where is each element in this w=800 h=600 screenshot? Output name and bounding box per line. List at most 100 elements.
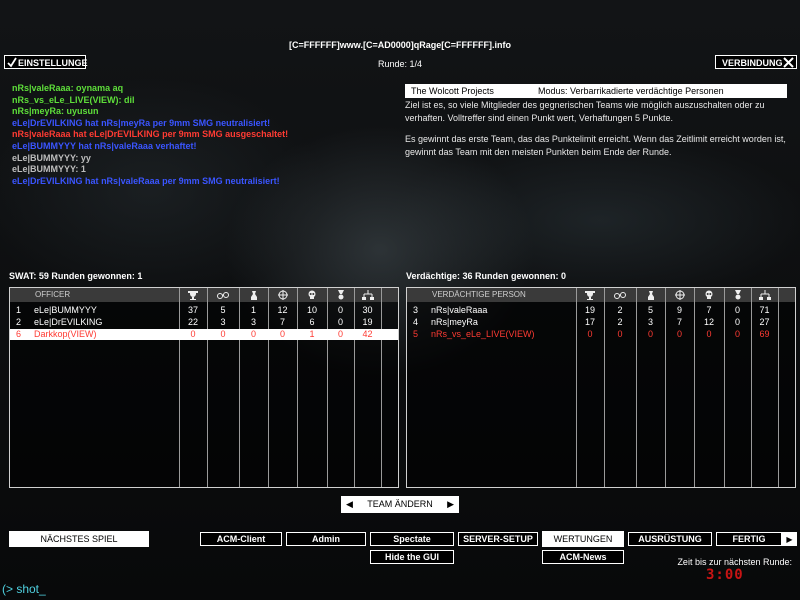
- chat-text: eLe|BUMMYYY: [12, 140, 76, 151]
- player-stat: 6: [309, 317, 315, 327]
- trophy-icon[interactable]: [584, 290, 596, 300]
- player-stat: 0: [734, 329, 740, 339]
- console-prompt[interactable]: (> shot_: [2, 582, 46, 596]
- next-game-button[interactable]: NÄCHSTES SPIEL: [9, 531, 149, 547]
- player-number: 5: [413, 329, 419, 339]
- crosshair-icon[interactable]: [277, 290, 289, 300]
- settings-button[interactable]: EINSTELLUNGE: [4, 55, 88, 69]
- skull-icon[interactable]: [703, 290, 715, 300]
- player-stat: 0: [587, 329, 593, 339]
- player-stat: 0: [337, 317, 343, 327]
- chat-text: : uyusun: [61, 106, 99, 117]
- handcuffs-icon[interactable]: [217, 290, 229, 300]
- round-timer: 3:00: [706, 567, 744, 583]
- network-icon[interactable]: [758, 290, 771, 300]
- chat-line: eLe|DrEVILKING hat nRs|meyRa per 9mm SMG…: [12, 118, 392, 130]
- chat-text: hat: [82, 175, 102, 186]
- chat-text: hat: [70, 129, 90, 140]
- player-stat: 0: [647, 329, 653, 339]
- player-stat: 0: [279, 329, 285, 339]
- gas-mask-icon[interactable]: [645, 290, 657, 300]
- player-stat: 37: [187, 305, 198, 315]
- player-stat: 3: [250, 317, 256, 327]
- chat-text: nRs|valeRaaa: [12, 83, 71, 93]
- chat-line: eLe|BUMMYYY: yy: [12, 153, 392, 165]
- player-row[interactable]: 3 nRs|valeRaaa 19 2 5 9 7 0 71: [407, 305, 795, 316]
- close-icon[interactable]: [783, 57, 794, 68]
- chat-text: per 9mm SMG neutralisiert!: [150, 117, 271, 128]
- acm-client-button[interactable]: ACM-Client: [200, 532, 282, 546]
- player-stat: 2: [617, 317, 623, 327]
- player-number: 4: [413, 317, 419, 327]
- spectate-button[interactable]: Spectate: [370, 532, 454, 546]
- chat-text: nRs|valeRaaa: [12, 129, 71, 140]
- player-row[interactable]: 4 nRs|meyRa 17 2 3 7 12 0 27: [407, 317, 795, 328]
- mode-description-paragraph: Ziel ist es, so viele Mitglieder des geg…: [405, 100, 765, 123]
- player-number: 2: [16, 317, 22, 327]
- connection-button-label: VERBINDUNG: [722, 58, 783, 68]
- player-row[interactable]: 1 eLe|BUMMYYY 37 5 1 12 10 0 30: [10, 305, 398, 316]
- player-name: nRs|valeRaaa: [431, 305, 488, 315]
- chat-text: nRs|valeRaaa: [94, 140, 153, 151]
- chat-line: eLe|BUMMYYY: 1: [12, 164, 392, 176]
- handcuffs-icon[interactable]: [614, 290, 626, 300]
- player-row[interactable]: 6 Darkkop(VIEW) 0 0 0 0 1 0 42: [10, 329, 398, 340]
- player-stat: 7: [676, 317, 682, 327]
- crosshair-icon[interactable]: [674, 290, 686, 300]
- player-stat: 17: [584, 317, 595, 327]
- player-stat: 0: [250, 329, 256, 339]
- settings-button-label: EINSTELLUNGE: [18, 58, 88, 68]
- medal-icon[interactable]: [335, 290, 347, 300]
- player-stat: 2: [617, 305, 623, 315]
- player-stat: 3: [220, 317, 226, 327]
- chat-text: nRs|valeRaaa: [101, 175, 160, 186]
- chat-text: eLe|DrEVILKING: [12, 175, 83, 186]
- chat-text: : dil: [118, 94, 135, 105]
- player-stat: 0: [337, 329, 343, 339]
- player-stat: 7: [279, 317, 285, 327]
- connection-button[interactable]: VERBINDUNG: [715, 55, 797, 69]
- chat-line: nRs|valeRaaa: oynama aq: [12, 83, 392, 95]
- player-row[interactable]: 2 eLe|DrEVILKING 22 3 3 7 6 0 19: [10, 317, 398, 328]
- mode-description: Ziel ist es, so viele Mitglieder des geg…: [405, 99, 787, 167]
- skull-icon[interactable]: [306, 290, 318, 300]
- gas-mask-icon[interactable]: [248, 290, 260, 300]
- chat-text: : yy: [75, 152, 91, 163]
- network-icon[interactable]: [361, 290, 374, 300]
- chat-text: nRs_vs_eLe_LIVE(VIEW): [12, 94, 119, 105]
- map-name: The Wolcott Projects: [411, 86, 494, 96]
- medal-icon[interactable]: [732, 290, 744, 300]
- trophy-icon[interactable]: [187, 290, 199, 300]
- done-button[interactable]: FERTIG: [716, 532, 782, 546]
- admin-button[interactable]: Admin: [286, 532, 366, 546]
- player-number: 1: [16, 305, 22, 315]
- chat-text: : oynama aq: [70, 83, 124, 93]
- map-info-header: The Wolcott Projects Modus: Verbarrikadi…: [405, 84, 787, 98]
- team-column-header: OFFICER: [35, 290, 71, 299]
- arrow-right-icon[interactable]: ▶: [782, 532, 797, 546]
- player-name: nRs_vs_eLe_LIVE(VIEW): [431, 329, 535, 339]
- player-stat: 3: [647, 317, 653, 327]
- player-stat: 0: [734, 305, 740, 315]
- acm-news-button[interactable]: ACM-News: [542, 550, 624, 564]
- player-row[interactable]: 5 nRs_vs_eLe_LIVE(VIEW) 0 0 0 0 0 0 69: [407, 329, 795, 340]
- chat-text: eLe|BUMMYYY: [12, 164, 76, 175]
- team-change-button[interactable]: ◀ TEAM ÄNDERN ▶: [341, 496, 459, 513]
- chat-text: verhaftet!: [152, 140, 197, 151]
- chat-line: eLe|DrEVILKING hat nRs|valeRaaa per 9mm …: [12, 176, 392, 188]
- scoreboard-header: OFFICER: [10, 288, 398, 302]
- mode-description-paragraph: Es gewinnt das erste Team, das das Punkt…: [405, 134, 786, 157]
- chat-text: hat: [82, 117, 102, 128]
- player-stat: 69: [759, 329, 770, 339]
- server-setup-button[interactable]: SERVER-SETUP: [458, 532, 538, 546]
- swat-score-label: SWAT: 59 Runden gewonnen: 1: [9, 271, 143, 281]
- player-stat: 5: [220, 305, 226, 315]
- scores-button[interactable]: WERTUNGEN: [542, 531, 624, 547]
- arrow-right-icon[interactable]: ▶: [447, 496, 454, 513]
- team-column-header: VERDÄCHTIGE PERSON: [432, 290, 526, 299]
- equipment-button[interactable]: AUSRÜSTUNG: [628, 532, 712, 546]
- hide-gui-button[interactable]: Hide the GUI: [370, 550, 454, 564]
- chat-text: per 9mm SMG neutralisiert!: [159, 175, 280, 186]
- chat-line: nRs|meyRa: uyusun: [12, 106, 392, 118]
- suspects-score-label: Verdächtige: 36 Runden gewonnen: 0: [406, 271, 567, 281]
